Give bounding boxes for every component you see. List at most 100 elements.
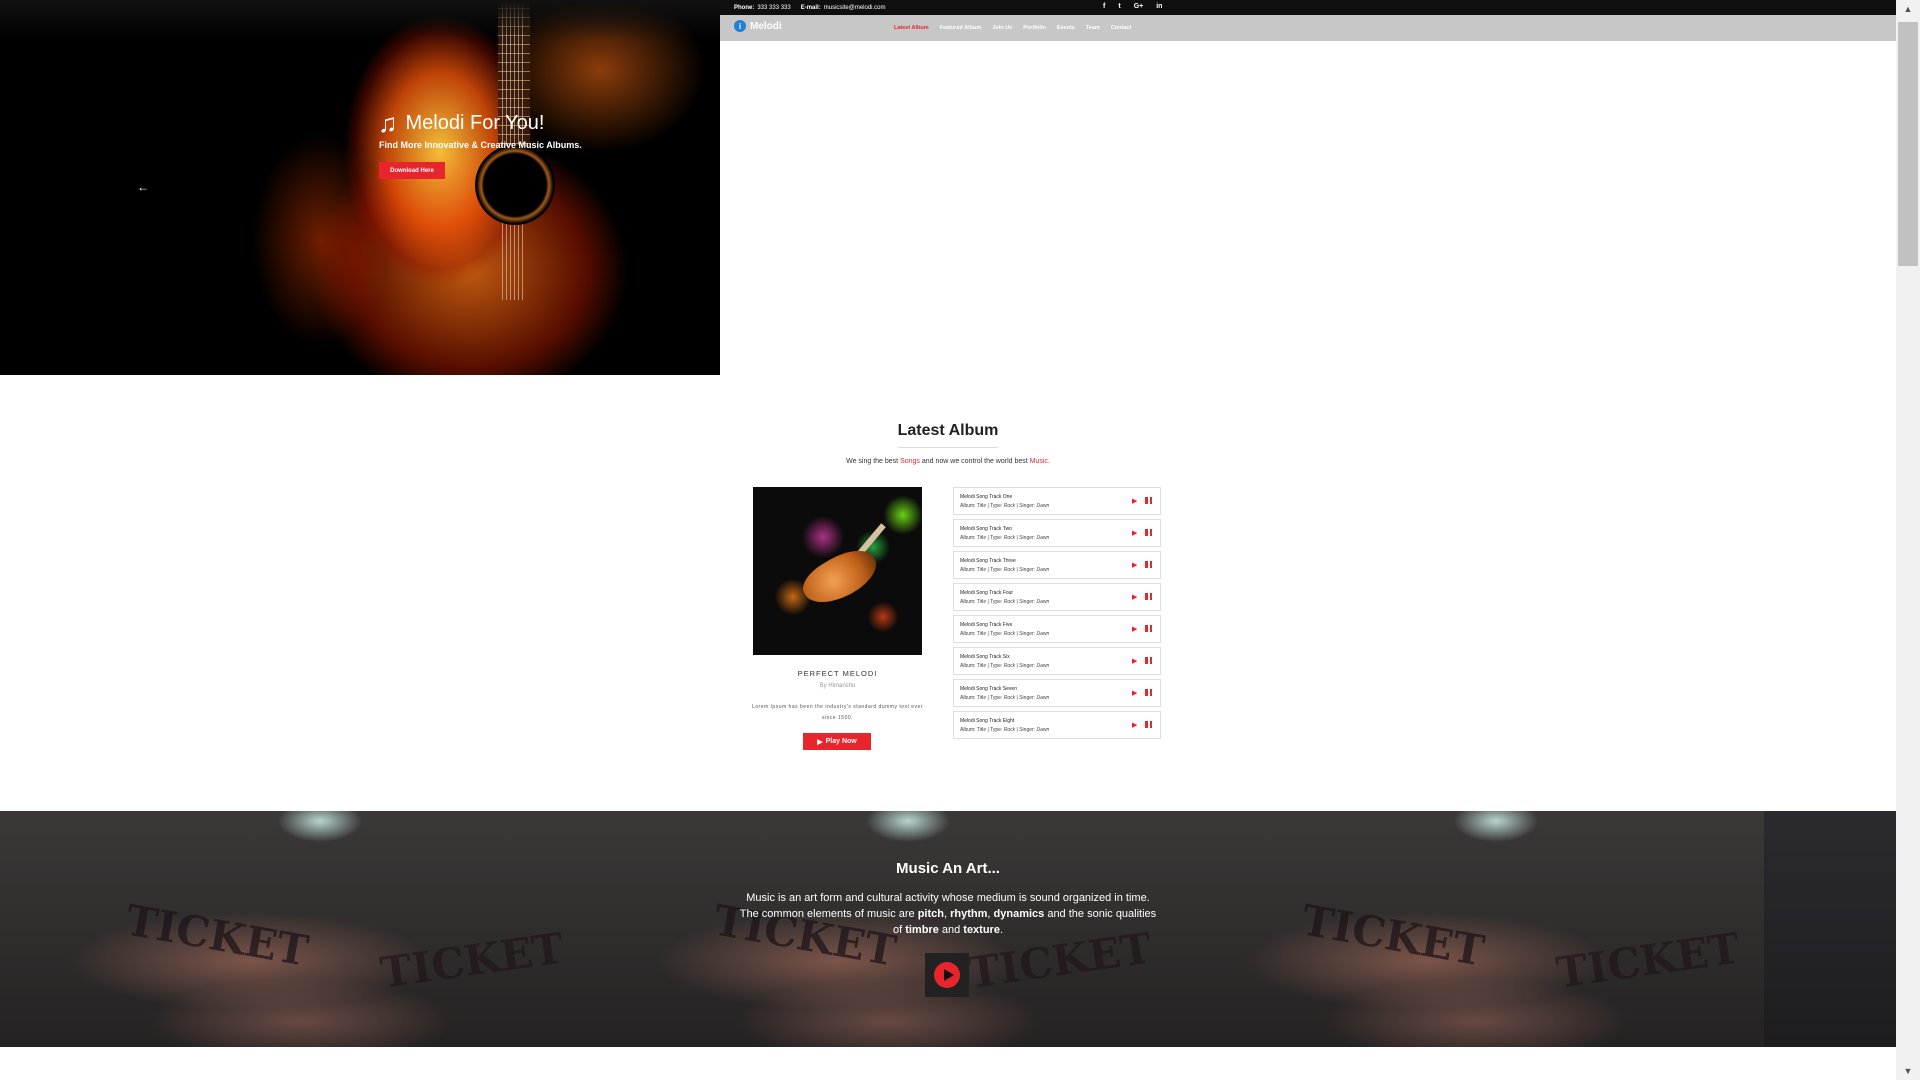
- play-icon: ▶: [817, 738, 823, 746]
- art-term-rhythm: rhythm: [950, 908, 988, 920]
- track-pause-icon[interactable]: [1145, 657, 1152, 664]
- track-play-icon[interactable]: ▶: [1132, 529, 1137, 537]
- track-play-icon[interactable]: ▶: [1132, 625, 1137, 633]
- main-navbar: i Melodi Latest Album Featured Album Joi…: [720, 15, 1896, 41]
- email-value[interactable]: musicsite@melodi.com: [824, 5, 886, 11]
- nav-item-contact[interactable]: Contact: [1111, 25, 1131, 31]
- art-term-timbre: timbre: [905, 924, 939, 936]
- track-singer: Dawn: [1036, 567, 1050, 573]
- art-text-span: and: [938, 924, 964, 936]
- linkedin-icon[interactable]: in: [1156, 3, 1162, 10]
- social-links: f t G+ in: [1103, 3, 1162, 10]
- art-text-span: The common elements of music are: [739, 908, 918, 920]
- music-note-icon: ♫: [378, 108, 398, 138]
- subtitle-highlight-music: Music: [1029, 458, 1048, 465]
- track-pause-icon[interactable]: [1145, 561, 1152, 568]
- track-meta-text: | Singer:: [1015, 695, 1037, 701]
- twitter-icon[interactable]: t: [1118, 3, 1120, 10]
- music-art-title: Music An Art...: [896, 860, 1000, 877]
- facebook-icon[interactable]: f: [1103, 3, 1105, 10]
- track-row[interactable]: Melodi Song Track One Album: Title | Type…: [953, 487, 1161, 515]
- track-row[interactable]: Melodi Song Track Four Album: Title | Typ…: [953, 583, 1161, 611]
- nav-menu: Latest Album Featured Album Join Us Port…: [894, 25, 1131, 31]
- track-type: Rock: [1003, 599, 1016, 605]
- track-meta-text: Album: Title | Type:: [960, 663, 1004, 669]
- track-pause-icon[interactable]: [1145, 593, 1152, 600]
- track-row[interactable]: Melodi Song Track Seven Album: Title | Ty…: [953, 679, 1161, 707]
- track-meta-text: | Singer:: [1015, 663, 1037, 669]
- google-plus-icon[interactable]: G+: [1134, 3, 1144, 10]
- subtitle-text: We sing the best: [846, 458, 901, 465]
- art-line-3: of timbre and texture.: [0, 922, 1896, 938]
- track-pause-icon[interactable]: [1145, 689, 1152, 696]
- track-meta-text: | Singer:: [1015, 631, 1037, 637]
- email-label: E-mail:: [800, 4, 821, 11]
- phone-value: 333 333 333: [757, 4, 791, 11]
- track-row[interactable]: Melodi Song Track Eight Album: Title | Ty…: [953, 711, 1161, 739]
- track-meta: Album: Title | Type: Rock | Singer: Dawn: [960, 567, 1049, 573]
- track-meta-text: Album: Title | Type:: [960, 727, 1004, 733]
- track-singer: Dawn: [1036, 727, 1050, 733]
- nav-item-events[interactable]: Events: [1057, 25, 1075, 31]
- track-pause-icon[interactable]: [1145, 721, 1152, 728]
- track-row[interactable]: Melodi Song Track Six Album: Title | Type…: [953, 647, 1161, 675]
- track-meta-text: Album: Title | Type:: [960, 695, 1004, 701]
- track-singer: Dawn: [1036, 599, 1050, 605]
- track-play-icon[interactable]: ▶: [1132, 497, 1137, 505]
- nav-item-join-us[interactable]: Join Us: [992, 25, 1012, 31]
- scroll-down-arrow-icon[interactable]: ▼: [1896, 1062, 1920, 1080]
- scroll-up-arrow-icon[interactable]: ▲: [1896, 0, 1920, 18]
- album-description: Lorem Ipsum has been the industry's stan…: [751, 704, 924, 721]
- phone-label: Phone:: [734, 4, 755, 11]
- track-row[interactable]: Melodi Song Track Five Album: Title | Typ…: [953, 615, 1161, 643]
- nav-item-portfolio[interactable]: Portfolio: [1023, 25, 1046, 31]
- nav-item-latest-album[interactable]: Latest Album: [894, 25, 929, 31]
- nav-item-featured-album[interactable]: Featured Album: [940, 25, 982, 31]
- track-name: Melodi Song Track Five: [960, 622, 1013, 628]
- nav-item-team[interactable]: Team: [1086, 25, 1100, 31]
- latest-album-subtitle: We sing the best Songs and now we contro…: [0, 458, 1896, 465]
- track-singer: Dawn: [1036, 503, 1050, 509]
- track-singer: Dawn: [1036, 631, 1050, 637]
- track-meta-text: Album: Title | Type:: [960, 599, 1004, 605]
- track-name: Melodi Song Track Three: [960, 558, 1016, 564]
- scrollbar-thumb[interactable]: [1898, 22, 1918, 266]
- play-circle-icon: [934, 962, 960, 988]
- site-logo[interactable]: i Melodi: [734, 20, 782, 32]
- track-play-icon[interactable]: ▶: [1132, 689, 1137, 697]
- logo-text: Melodi: [750, 20, 782, 32]
- track-meta-text: | Singer:: [1015, 503, 1037, 509]
- track-pause-icon[interactable]: [1145, 625, 1152, 632]
- video-play-button[interactable]: [925, 953, 969, 997]
- track-play-icon[interactable]: ▶: [1132, 593, 1137, 601]
- art-text-span: and the sonic qualities: [1044, 908, 1157, 920]
- track-meta: Album: Title | Type: Rock | Singer: Dawn: [960, 727, 1049, 733]
- track-type: Rock: [1003, 535, 1016, 541]
- track-pause-icon[interactable]: [1145, 529, 1152, 536]
- track-list: Melodi Song Track One Album: Title | Type…: [953, 487, 1161, 743]
- track-pause-icon[interactable]: [1145, 497, 1152, 504]
- hero-fire-guitar-image: [0, 0, 720, 375]
- track-row[interactable]: Melodi Song Track Three Album: Title | Ty…: [953, 551, 1161, 579]
- track-row[interactable]: Melodi Song Track Two Album: Title | Type…: [953, 519, 1161, 547]
- art-term-dynamics: dynamics: [993, 908, 1045, 920]
- track-meta-text: Album: Title | Type:: [960, 567, 1004, 573]
- track-meta-text: | Singer:: [1015, 599, 1037, 605]
- track-play-icon[interactable]: ▶: [1132, 657, 1137, 665]
- track-meta: Album: Title | Type: Rock | Singer: Dawn: [960, 695, 1049, 701]
- download-here-button[interactable]: Download Here: [379, 162, 445, 179]
- hero-title: ♫ Melodi For You!: [378, 110, 544, 136]
- track-meta: Album: Title | Type: Rock | Singer: Dawn: [960, 599, 1049, 605]
- track-play-icon[interactable]: ▶: [1132, 721, 1137, 729]
- slider-prev-arrow-icon[interactable]: ←: [137, 180, 149, 194]
- track-type: Rock: [1003, 663, 1016, 669]
- track-name: Melodi Song Track One: [960, 494, 1013, 500]
- track-meta: Album: Title | Type: Rock | Singer: Dawn: [960, 631, 1049, 637]
- art-line-1: Music is an art form and cultural activi…: [746, 892, 1150, 904]
- track-type: Rock: [1003, 567, 1016, 573]
- track-name: Melodi Song Track Four: [960, 590, 1014, 596]
- play-now-button[interactable]: ▶ Play Now: [803, 733, 871, 750]
- track-play-icon[interactable]: ▶: [1132, 561, 1137, 569]
- page-scrollbar[interactable]: ▲ ▼: [1896, 0, 1920, 1080]
- album-cover-image[interactable]: [753, 487, 922, 655]
